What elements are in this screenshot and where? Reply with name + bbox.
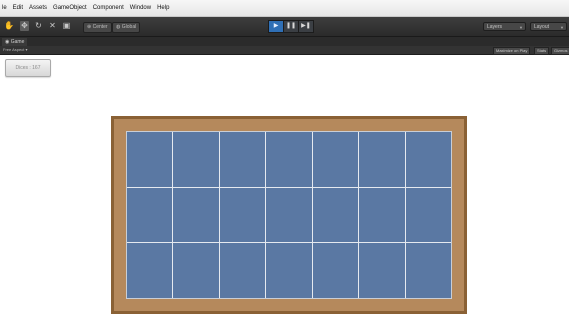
board-cell[interactable] — [266, 243, 312, 298]
menu-bar: le Edit Assets GameObject Component Wind… — [0, 0, 569, 17]
space-label: Global — [121, 24, 137, 30]
gizmos-button[interactable]: Gizmos — [551, 47, 569, 55]
menu-component[interactable]: Component — [93, 5, 124, 11]
pivot-icon: ⊕ — [87, 24, 92, 30]
board-cell[interactable] — [127, 132, 173, 187]
chevron-down-icon: ▾ — [25, 47, 28, 52]
board-cell[interactable] — [173, 243, 219, 298]
board-cell[interactable] — [266, 132, 312, 187]
menu-help[interactable]: Help — [157, 5, 169, 11]
board-cell[interactable] — [405, 132, 451, 187]
rotate-icon[interactable]: ↻ — [34, 21, 43, 31]
pivot-toggle[interactable]: ⊕ Center — [83, 22, 112, 33]
rect-icon[interactable]: ▣ — [62, 21, 71, 31]
board-cell[interactable] — [219, 132, 266, 187]
board-cell[interactable] — [127, 187, 173, 243]
board-cell[interactable] — [173, 132, 219, 187]
chevron-down-icon: ▼ — [560, 25, 564, 30]
board-cell[interactable] — [127, 243, 173, 298]
step-icon: ▶❚ — [301, 23, 311, 29]
board-cell[interactable] — [219, 187, 266, 243]
menu-file[interactable]: le — [2, 5, 7, 11]
board-cell[interactable] — [266, 187, 312, 243]
step-button[interactable]: ▶❚ — [298, 20, 314, 33]
chevron-down-icon: ▼ — [519, 25, 523, 30]
board-cell[interactable] — [405, 243, 451, 298]
maximize-on-play-button[interactable]: Maximize on Play — [493, 47, 531, 55]
menu-assets[interactable]: Assets — [29, 5, 47, 11]
board-cell[interactable] — [173, 187, 219, 243]
board-cell[interactable] — [359, 132, 405, 187]
move-icon[interactable]: ✥ — [20, 21, 29, 31]
globe-icon: ◍ — [116, 24, 121, 30]
menu-window[interactable]: Window — [130, 5, 151, 11]
scale-icon[interactable]: ✕ — [48, 21, 57, 31]
aspect-label: Free Aspect — [3, 47, 25, 52]
game-icon: ◉ — [5, 39, 10, 45]
space-toggle[interactable]: ◍ Global — [112, 22, 141, 33]
stats-button[interactable]: Stats — [534, 47, 550, 55]
board-cell[interactable] — [312, 132, 359, 187]
layers-dropdown[interactable]: Layers ▼ — [483, 22, 526, 31]
pivot-label: Center — [92, 24, 108, 30]
tab-bar: ◉ Game — [0, 37, 569, 46]
board-cell[interactable] — [312, 243, 359, 298]
board-cell[interactable] — [405, 187, 451, 243]
hand-icon[interactable]: ✋ — [4, 21, 14, 31]
layers-label: Layers — [487, 24, 503, 30]
game-board-frame — [111, 116, 467, 314]
pause-icon: ❚❚ — [285, 23, 297, 29]
pause-button[interactable]: ❚❚ — [283, 20, 299, 33]
play-icon: ▶ — [273, 23, 279, 29]
play-button[interactable]: ▶ — [268, 20, 284, 33]
game-view-controls: Free Aspect ▾ Maximize on Play Stats Giz… — [0, 46, 569, 55]
tab-game[interactable]: ◉ Game — [2, 38, 28, 46]
menu-gameobject[interactable]: GameObject — [53, 5, 87, 11]
layout-dropdown[interactable]: Layout ▼ — [530, 22, 567, 31]
board-cell[interactable] — [359, 243, 405, 298]
board-cell[interactable] — [219, 243, 266, 298]
board-cell[interactable] — [312, 187, 359, 243]
layout-label: Layout — [534, 24, 550, 30]
game-board-grid — [126, 131, 452, 299]
board-cell[interactable] — [359, 187, 405, 243]
main-toolbar: ✋ ✥ ↻ ✕ ▣ ⊕ Center ◍ Global ▶ ❚❚ ▶❚ Laye… — [0, 17, 569, 37]
menu-edit[interactable]: Edit — [13, 5, 23, 11]
aspect-dropdown[interactable]: Free Aspect ▾ — [3, 46, 27, 54]
tab-game-label: Game — [10, 39, 25, 45]
dices-counter-button[interactable]: Dices : 167 — [5, 59, 51, 77]
